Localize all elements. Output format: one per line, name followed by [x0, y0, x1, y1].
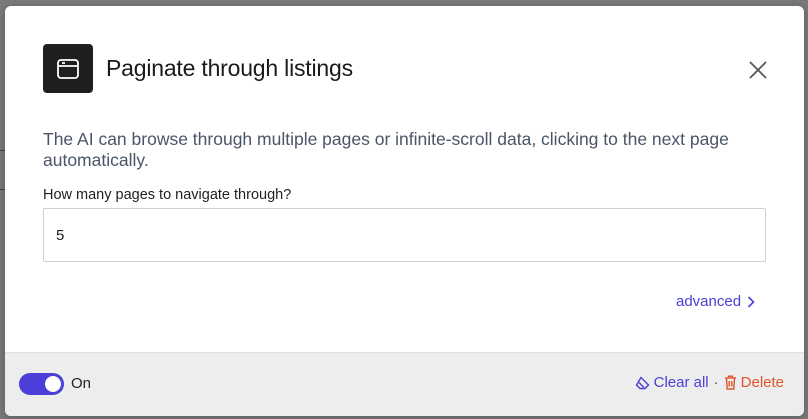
enabled-toggle[interactable] — [19, 373, 64, 395]
footer-actions: Clear all · Delete — [635, 374, 784, 391]
trash-icon — [724, 375, 736, 390]
clear-all-button[interactable]: Clear all — [635, 374, 709, 391]
clear-all-label: Clear all — [653, 374, 709, 391]
chevron-right-icon — [747, 295, 755, 308]
dialog-footer: On Clear all · Delete — [5, 352, 804, 416]
eraser-icon — [635, 375, 650, 389]
browser-window-icon — [43, 44, 93, 93]
pages-count-input[interactable] — [43, 208, 766, 262]
dialog-description: The AI can browse through multiple pages… — [43, 129, 729, 170]
toggle-knob — [45, 376, 61, 392]
pages-field-label: How many pages to navigate through? — [43, 187, 292, 203]
action-separator: · — [713, 374, 719, 391]
close-icon — [749, 61, 767, 79]
delete-button[interactable]: Delete — [724, 374, 784, 391]
close-button[interactable] — [746, 58, 770, 82]
delete-label: Delete — [740, 374, 784, 391]
dialog-title: Paginate through listings — [106, 55, 353, 81]
advanced-label: advanced — [676, 293, 742, 310]
toggle-label: On — [71, 375, 92, 392]
paginate-dialog: Paginate through listings The AI can bro… — [5, 6, 804, 416]
advanced-link[interactable]: advanced — [676, 293, 755, 310]
